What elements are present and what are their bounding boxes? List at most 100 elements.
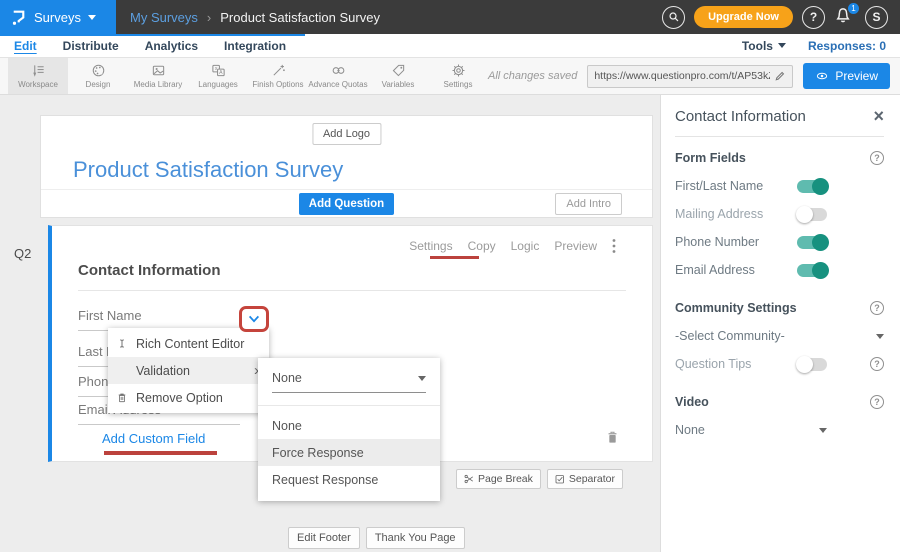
- variables-icon: [391, 63, 406, 78]
- question-title[interactable]: Contact Information: [78, 262, 221, 279]
- question-action-logic[interactable]: Logic: [511, 239, 540, 253]
- pencil-icon[interactable]: [774, 70, 786, 82]
- main-region: Add Logo Product Satisfaction Survey Add…: [0, 95, 900, 552]
- tab-integration[interactable]: Integration: [224, 39, 286, 53]
- page-break-button[interactable]: Page Break: [456, 469, 541, 489]
- search-icon: [668, 11, 680, 23]
- toolbar-item-settings[interactable]: Settings: [428, 58, 488, 94]
- video-dropdown[interactable]: None: [675, 423, 827, 437]
- delete-question-button[interactable]: [605, 429, 620, 450]
- notifications-button[interactable]: 1: [834, 6, 856, 29]
- help-button[interactable]: ?: [802, 6, 825, 29]
- annotation-underline-add-custom-field: [104, 451, 217, 455]
- checkbox-icon: [555, 474, 565, 484]
- product-label: Surveys: [34, 10, 81, 25]
- toolbar-item-media-library[interactable]: Media Library: [128, 58, 188, 94]
- insert-element-buttons: Page Break Separator: [456, 469, 623, 489]
- toggle-first-last-name[interactable]: [797, 180, 827, 193]
- toggle-label-first-last-name: First/Last Name: [675, 179, 797, 193]
- questionpro-logo-icon: [10, 9, 27, 26]
- survey-canvas: Add Logo Product Satisfaction Survey Add…: [0, 95, 660, 552]
- select-community-dropdown[interactable]: -Select Community-: [675, 329, 884, 343]
- tools-menu[interactable]: Tools: [742, 39, 786, 53]
- toggle-question-tips[interactable]: [797, 358, 827, 371]
- preview-button[interactable]: Preview: [803, 63, 890, 89]
- question-settings-sidebar: Contact Information × Form Fields ? Firs…: [660, 95, 900, 552]
- toolbar-item-design[interactable]: Design: [68, 58, 128, 94]
- thank-you-page-button[interactable]: Thank You Page: [366, 527, 465, 549]
- nav-right: Tools Responses: 0: [742, 39, 886, 53]
- validation-option-force-response[interactable]: Force Response: [258, 439, 440, 466]
- toolbar-item-advance-quotas[interactable]: Advance Quotas: [308, 58, 368, 94]
- caret-down-icon: [418, 376, 426, 381]
- video-heading: Video: [675, 395, 709, 409]
- product-switcher[interactable]: Surveys: [0, 0, 116, 34]
- advance-quotas-icon: [331, 63, 346, 78]
- question-action-preview[interactable]: Preview: [554, 239, 597, 253]
- form-fields-heading: Form Fields: [675, 151, 746, 165]
- add-intro-button[interactable]: Add Intro: [555, 193, 622, 215]
- languages-icon: x A: [211, 63, 226, 78]
- active-progress-bar: [0, 34, 305, 36]
- annotation-underline-settings: [430, 256, 479, 259]
- toggle-label-phone-number: Phone Number: [675, 235, 797, 249]
- survey-title[interactable]: Product Satisfaction Survey: [73, 157, 343, 183]
- add-question-button[interactable]: Add Question: [299, 193, 394, 215]
- survey-header-card: Add Logo Product Satisfaction Survey Add…: [40, 115, 653, 218]
- menu-item-validation[interactable]: Validation ›: [108, 357, 269, 384]
- add-logo-button[interactable]: Add Logo: [312, 123, 381, 145]
- field-options-dropdown-button[interactable]: [239, 306, 269, 332]
- kebab-menu-icon: [612, 238, 616, 254]
- caret-down-icon: [819, 428, 827, 433]
- tab-edit[interactable]: Edit: [14, 39, 37, 53]
- validation-option-none[interactable]: None: [258, 412, 440, 439]
- field-context-menu: Rich Content Editor Validation › Remove …: [108, 328, 269, 413]
- toggle-email-address[interactable]: [797, 264, 827, 277]
- sidebar-title: Contact Information: [675, 108, 806, 125]
- question-more-button[interactable]: [612, 238, 616, 254]
- separator-button[interactable]: Separator: [547, 469, 623, 489]
- close-icon[interactable]: ×: [873, 107, 884, 125]
- question-id-label: Q2: [14, 246, 31, 261]
- toggle-phone-number[interactable]: [797, 236, 827, 249]
- add-custom-field-link[interactable]: Add Custom Field: [102, 431, 205, 446]
- validation-select[interactable]: None: [272, 371, 426, 393]
- finish-options-icon: [271, 63, 286, 78]
- help-icon[interactable]: ?: [870, 395, 884, 409]
- scissors-icon: [464, 474, 474, 484]
- eye-icon: [815, 70, 829, 82]
- help-icon[interactable]: ?: [870, 151, 884, 165]
- question-action-settings[interactable]: Settings: [409, 239, 452, 253]
- svg-text:x: x: [214, 66, 217, 72]
- validation-option-request-response[interactable]: Request Response: [258, 466, 440, 493]
- upgrade-now-button[interactable]: Upgrade Now: [694, 6, 793, 28]
- toolbar-item-variables[interactable]: Variables: [368, 58, 428, 94]
- toggle-label-mailing-address: Mailing Address: [675, 207, 797, 221]
- toolbar-item-finish-options[interactable]: Finish Options: [248, 58, 308, 94]
- breadcrumb-my-surveys[interactable]: My Surveys: [130, 10, 198, 25]
- tab-distribute[interactable]: Distribute: [63, 39, 119, 53]
- breadcrumb: My Surveys › Product Satisfaction Survey: [116, 0, 662, 34]
- validation-panel: None None Force Response Request Respons…: [258, 358, 440, 501]
- tab-analytics[interactable]: Analytics: [145, 39, 198, 53]
- workspace-icon: [31, 63, 46, 78]
- help-icon[interactable]: ?: [870, 301, 884, 315]
- toolbar-item-workspace[interactable]: Workspace: [8, 58, 68, 94]
- menu-item-remove-option[interactable]: Remove Option: [108, 384, 269, 411]
- validation-options: None Force Response Request Response: [258, 412, 440, 493]
- search-button[interactable]: [662, 6, 685, 29]
- top-app-bar: Surveys My Surveys › Product Satisfactio…: [0, 0, 900, 34]
- question-action-copy[interactable]: Copy: [468, 239, 496, 253]
- topbar-actions: Upgrade Now ? 1 S: [662, 0, 900, 34]
- avatar[interactable]: S: [865, 6, 888, 29]
- survey-url-input[interactable]: https://www.questionpro.com/t/AP53kZgUI: [587, 65, 793, 88]
- toggle-mailing-address[interactable]: [797, 208, 827, 221]
- notification-badge: 1: [848, 3, 859, 14]
- toolbar-item-languages[interactable]: x A Languages: [188, 58, 248, 94]
- divider: [78, 290, 626, 291]
- tools-label: Tools: [742, 39, 773, 53]
- edit-footer-button[interactable]: Edit Footer: [288, 527, 360, 549]
- design-icon: [91, 63, 106, 78]
- help-icon[interactable]: ?: [870, 357, 884, 371]
- menu-item-rich-content-editor[interactable]: Rich Content Editor: [108, 330, 269, 357]
